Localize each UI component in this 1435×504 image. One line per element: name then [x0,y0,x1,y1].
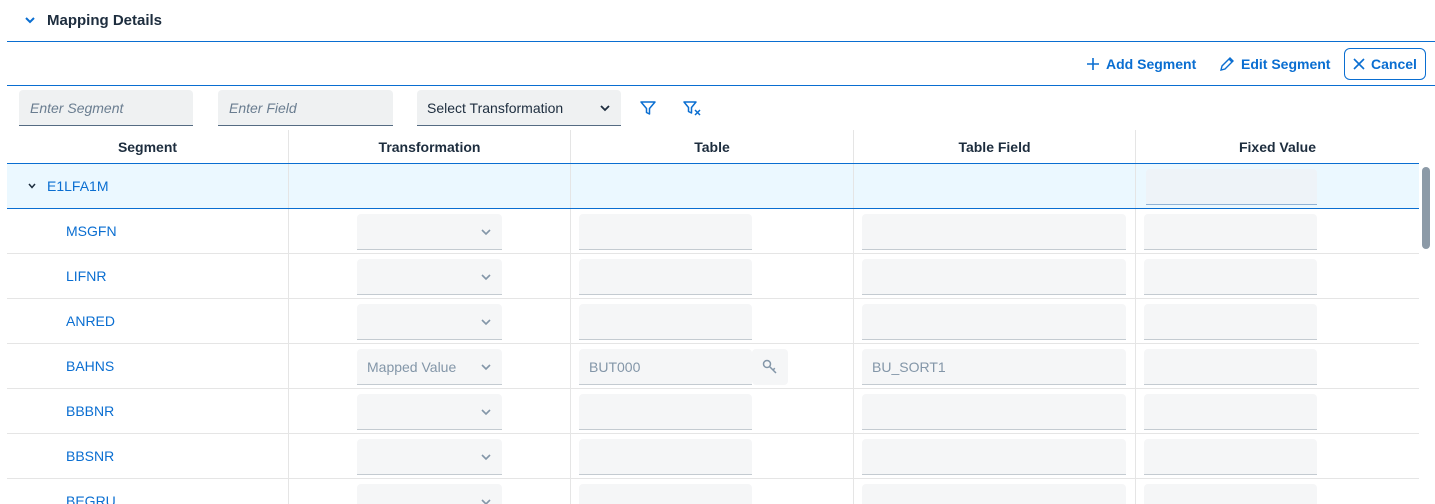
column-header-transformation[interactable]: Transformation [289,130,571,163]
table-input[interactable]: BUT000 [579,349,752,385]
group-label: E1LFA1M [47,178,109,194]
chevron-down-icon [481,453,491,460]
add-segment-button[interactable]: Add Segment [1086,48,1196,80]
value-help-icon [762,359,777,374]
chevron-down-icon [481,228,491,235]
fixed-value-input[interactable] [1144,349,1317,385]
panel-title: Mapping Details [47,11,163,29]
segment-name[interactable]: ANRED [66,299,115,343]
chevron-down-icon [28,183,36,189]
segment-name[interactable]: LIFNR [66,254,106,298]
chevron-down-icon [481,363,491,370]
chevron-down-icon [481,273,491,280]
value-help-button[interactable] [752,349,788,385]
filter-bar: Select Transformation [0,90,1435,126]
table-input[interactable] [579,484,752,504]
transformation-select[interactable] [357,439,502,475]
chevron-down-icon [481,318,491,325]
table-row[interactable]: BBSNR [7,434,1419,479]
fixed-value-input[interactable] [1144,259,1317,295]
table-field-input[interactable]: BU_SORT1 [862,349,1126,385]
table-row[interactable]: BEGRU [7,479,1419,504]
table-field-input[interactable] [862,304,1126,340]
table-header: Segment Transformation Table Table Field… [7,130,1419,164]
table-input[interactable] [579,394,752,430]
segment-name[interactable]: MSGFN [66,209,117,253]
cancel-label: Cancel [1371,56,1417,72]
segment-name[interactable]: BAHNS [66,344,114,388]
table-input[interactable] [579,259,752,295]
table-row[interactable]: MSGFN [7,209,1419,254]
table-field-input[interactable] [862,394,1126,430]
edit-segment-button[interactable]: Edit Segment [1219,48,1330,80]
table-field-input[interactable] [862,214,1126,250]
cancel-button[interactable]: Cancel [1344,48,1426,80]
add-segment-label: Add Segment [1106,56,1197,72]
column-header-fixed-value[interactable]: Fixed Value [1136,130,1419,163]
transformation-select[interactable] [357,214,502,250]
group-toggle[interactable]: E1LFA1M [27,164,108,208]
group-row[interactable]: E1LFA1M [7,164,1419,209]
clear-filter-icon[interactable] [680,96,704,120]
transformation-value: Mapped Value [367,358,457,375]
transformation-select[interactable] [357,304,502,340]
table-input[interactable] [579,214,752,250]
column-header-table-field[interactable]: Table Field [854,130,1136,163]
segment-name[interactable]: BBSNR [66,434,114,478]
fixed-value-input[interactable] [1146,169,1317,205]
table-row[interactable]: BBBNR [7,389,1419,434]
segment-filter-input[interactable] [19,90,193,126]
segment-name[interactable]: BBBNR [66,389,114,433]
toolbar-divider [7,85,1435,86]
collapse-chevron-icon[interactable] [22,12,38,28]
table-field-input[interactable] [862,484,1126,504]
add-icon [1087,58,1099,70]
table-input[interactable] [579,304,752,340]
fixed-value-input[interactable] [1144,214,1317,250]
column-header-table[interactable]: Table [571,130,854,163]
filter-icon[interactable] [636,96,660,120]
column-header-segment[interactable]: Segment [7,130,289,163]
table-row[interactable]: LIFNR [7,254,1419,299]
close-icon [1353,58,1365,70]
chevron-down-icon [481,498,491,504]
transformation-filter-value: Select Transformation [427,99,564,116]
fixed-value-input[interactable] [1144,439,1317,475]
transformation-select[interactable] [357,394,502,430]
table-field-input[interactable] [862,439,1126,475]
edit-icon [1220,57,1234,71]
table-field-input[interactable] [862,259,1126,295]
chevron-down-icon [481,408,491,415]
table-row[interactable]: ANRED [7,299,1419,344]
transformation-filter-select[interactable]: Select Transformation [417,90,621,126]
chevron-down-icon [600,104,610,111]
section-header: Mapping Details [0,0,1435,40]
header-divider [7,41,1435,42]
transformation-select[interactable] [357,259,502,295]
transformation-select[interactable]: Mapped Value [357,349,502,385]
toolbar: Add Segment Edit Segment Cancel [0,44,1435,84]
scrollbar-thumb[interactable] [1422,167,1430,249]
fixed-value-input[interactable] [1144,484,1317,504]
mapping-table: Segment Transformation Table Table Field… [7,130,1419,504]
segment-name[interactable]: BEGRU [66,479,116,504]
table-input[interactable] [579,439,752,475]
field-filter-input[interactable] [218,90,393,126]
fixed-value-input[interactable] [1144,394,1317,430]
transformation-select[interactable] [357,484,502,504]
table-row[interactable]: BAHNS Mapped Value BUT000 BU_SORT1 [7,344,1419,389]
edit-segment-label: Edit Segment [1241,56,1331,72]
fixed-value-input[interactable] [1144,304,1317,340]
